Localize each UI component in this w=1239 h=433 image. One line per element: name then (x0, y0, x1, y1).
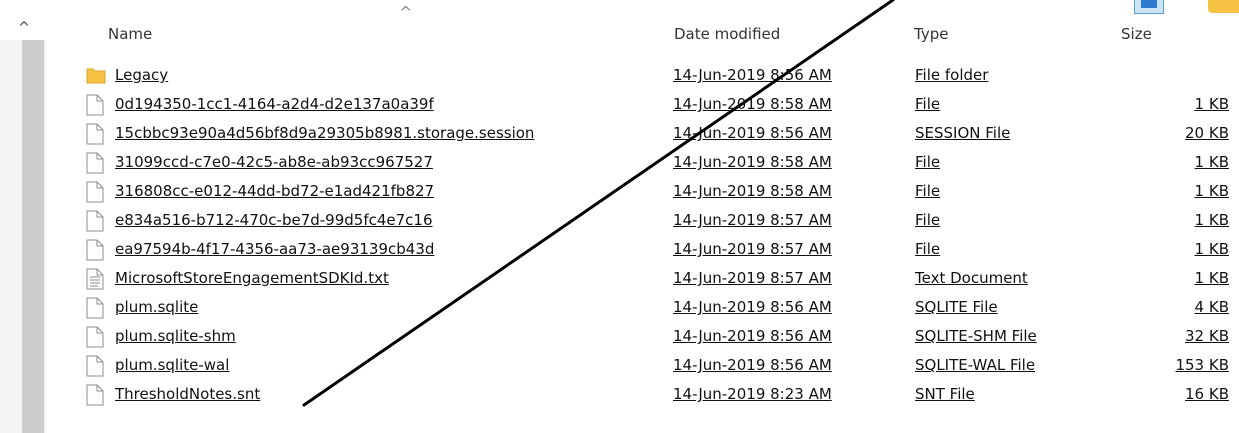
file-type[interactable]: Text Document (915, 269, 1028, 287)
file-name[interactable]: 31099ccd-c7e0-42c5-ab8e-ab93cc967527 (115, 153, 433, 171)
file-type[interactable]: SQLITE-WAL File (915, 356, 1035, 374)
file-date-modified[interactable]: 14-Jun-2019 8:57 AM (673, 269, 832, 287)
file-row[interactable]: 15cbbc93e90a4d56bf8d9a29305b8981.storage… (46, 120, 1239, 146)
file-row[interactable]: MicrosoftStoreEngagementSDKId.txt 14-Jun-… (46, 265, 1239, 291)
column-header-type[interactable]: Type (914, 25, 948, 43)
file-date-modified[interactable]: 14-Jun-2019 8:57 AM (673, 211, 832, 229)
file-type[interactable]: File (915, 153, 940, 171)
folder-icon (86, 65, 106, 89)
file-icon (86, 210, 104, 236)
vertical-scrollbar[interactable]: ^ (0, 0, 46, 433)
file-date-modified[interactable]: 14-Jun-2019 8:58 AM (673, 153, 832, 171)
file-date-modified[interactable]: 14-Jun-2019 8:57 AM (673, 240, 832, 258)
file-icon (86, 355, 104, 381)
file-size[interactable]: 1 KB (1195, 240, 1229, 258)
file-row[interactable]: plum.sqlite-wal 14-Jun-2019 8:56 AM SQLITE… (46, 352, 1239, 378)
file-name[interactable]: plum.sqlite (115, 298, 198, 316)
file-name[interactable]: plum.sqlite-wal (115, 356, 229, 374)
file-row[interactable]: ea97594b-4f17-4356-aa73-ae93139cb43d 14-J… (46, 236, 1239, 262)
file-date-modified[interactable]: 14-Jun-2019 8:23 AM (673, 385, 832, 403)
file-date-modified[interactable]: 14-Jun-2019 8:56 AM (673, 66, 832, 84)
file-type[interactable]: File folder (915, 66, 988, 84)
file-date-modified[interactable]: 14-Jun-2019 8:58 AM (673, 182, 832, 200)
file-size[interactable]: 16 KB (1185, 385, 1229, 403)
file-icon (86, 239, 104, 265)
file-name[interactable]: ThresholdNotes.snt (115, 385, 260, 403)
file-row[interactable]: plum.sqlite-shm 14-Jun-2019 8:56 AM SQLITE… (46, 323, 1239, 349)
file-size[interactable]: 1 KB (1195, 95, 1229, 113)
file-row[interactable]: 316808cc-e012-44dd-bd72-e1ad421fb827 14-J… (46, 178, 1239, 204)
file-name[interactable]: plum.sqlite-shm (115, 327, 236, 345)
file-size[interactable]: 1 KB (1195, 153, 1229, 171)
file-row[interactable]: e834a516-b712-470c-be7d-99d5fc4e7c16 14-J… (46, 207, 1239, 233)
file-icon (86, 152, 104, 178)
file-size[interactable]: 153 KB (1175, 356, 1229, 374)
file-icon (86, 297, 104, 323)
file-name[interactable]: 316808cc-e012-44dd-bd72-e1ad421fb827 (115, 182, 434, 200)
scroll-up-arrow-icon[interactable]: ^ (16, 20, 32, 36)
file-date-modified[interactable]: 14-Jun-2019 8:58 AM (673, 95, 832, 113)
file-icon (86, 326, 104, 352)
file-type[interactable]: SQLITE File (915, 298, 998, 316)
column-header-name[interactable]: Name (108, 25, 152, 43)
file-type[interactable]: File (915, 240, 940, 258)
file-date-modified[interactable]: 14-Jun-2019 8:56 AM (673, 356, 832, 374)
file-type[interactable]: SNT File (915, 385, 975, 403)
file-row[interactable]: Legacy 14-Jun-2019 8:56 AM File folder (46, 62, 1239, 88)
sort-ascending-icon: ^ (399, 3, 413, 22)
file-size[interactable]: 1 KB (1195, 269, 1229, 287)
file-type[interactable]: SQLITE-SHM File (915, 327, 1037, 345)
file-size[interactable]: 1 KB (1195, 211, 1229, 229)
scrollbar-thumb[interactable] (22, 40, 44, 433)
file-name[interactable]: MicrosoftStoreEngagementSDKId.txt (115, 269, 389, 287)
file-size[interactable]: 20 KB (1185, 124, 1229, 142)
file-icon (86, 94, 104, 120)
file-type[interactable]: File (915, 95, 940, 113)
file-row[interactable]: 0d194350-1cc1-4164-a2d4-d2e137a0a39f 14-J… (46, 91, 1239, 117)
file-type[interactable]: File (915, 182, 940, 200)
file-icon (86, 123, 104, 149)
text-document-icon (86, 268, 104, 294)
file-name[interactable]: 0d194350-1cc1-4164-a2d4-d2e137a0a39f (115, 95, 434, 113)
file-type[interactable]: SESSION File (915, 124, 1010, 142)
file-row[interactable]: plum.sqlite 14-Jun-2019 8:56 AM SQLITE Fil… (46, 294, 1239, 320)
file-date-modified[interactable]: 14-Jun-2019 8:56 AM (673, 327, 832, 345)
file-name[interactable]: 15cbbc93e90a4d56bf8d9a29305b8981.storage… (115, 124, 534, 142)
file-name[interactable]: ea97594b-4f17-4356-aa73-ae93139cb43d (115, 240, 434, 258)
file-icon (86, 384, 104, 410)
column-header-size[interactable]: Size (1121, 25, 1152, 43)
column-header: ^ Name Date modified Type Size (46, 0, 1239, 60)
file-row[interactable]: 31099ccd-c7e0-42c5-ab8e-ab93cc967527 14-J… (46, 149, 1239, 175)
file-icon (86, 181, 104, 207)
file-date-modified[interactable]: 14-Jun-2019 8:56 AM (673, 124, 832, 142)
file-size[interactable]: 1 KB (1195, 182, 1229, 200)
file-size[interactable]: 4 KB (1195, 298, 1229, 316)
file-type[interactable]: File (915, 211, 940, 229)
column-header-date-modified[interactable]: Date modified (674, 25, 780, 43)
file-size[interactable]: 32 KB (1185, 327, 1229, 345)
file-row[interactable]: ThresholdNotes.snt 14-Jun-2019 8:23 AM SNT… (46, 381, 1239, 407)
file-date-modified[interactable]: 14-Jun-2019 8:56 AM (673, 298, 832, 316)
file-name[interactable]: Legacy (115, 66, 168, 84)
file-name[interactable]: e834a516-b712-470c-be7d-99d5fc4e7c16 (115, 211, 433, 229)
